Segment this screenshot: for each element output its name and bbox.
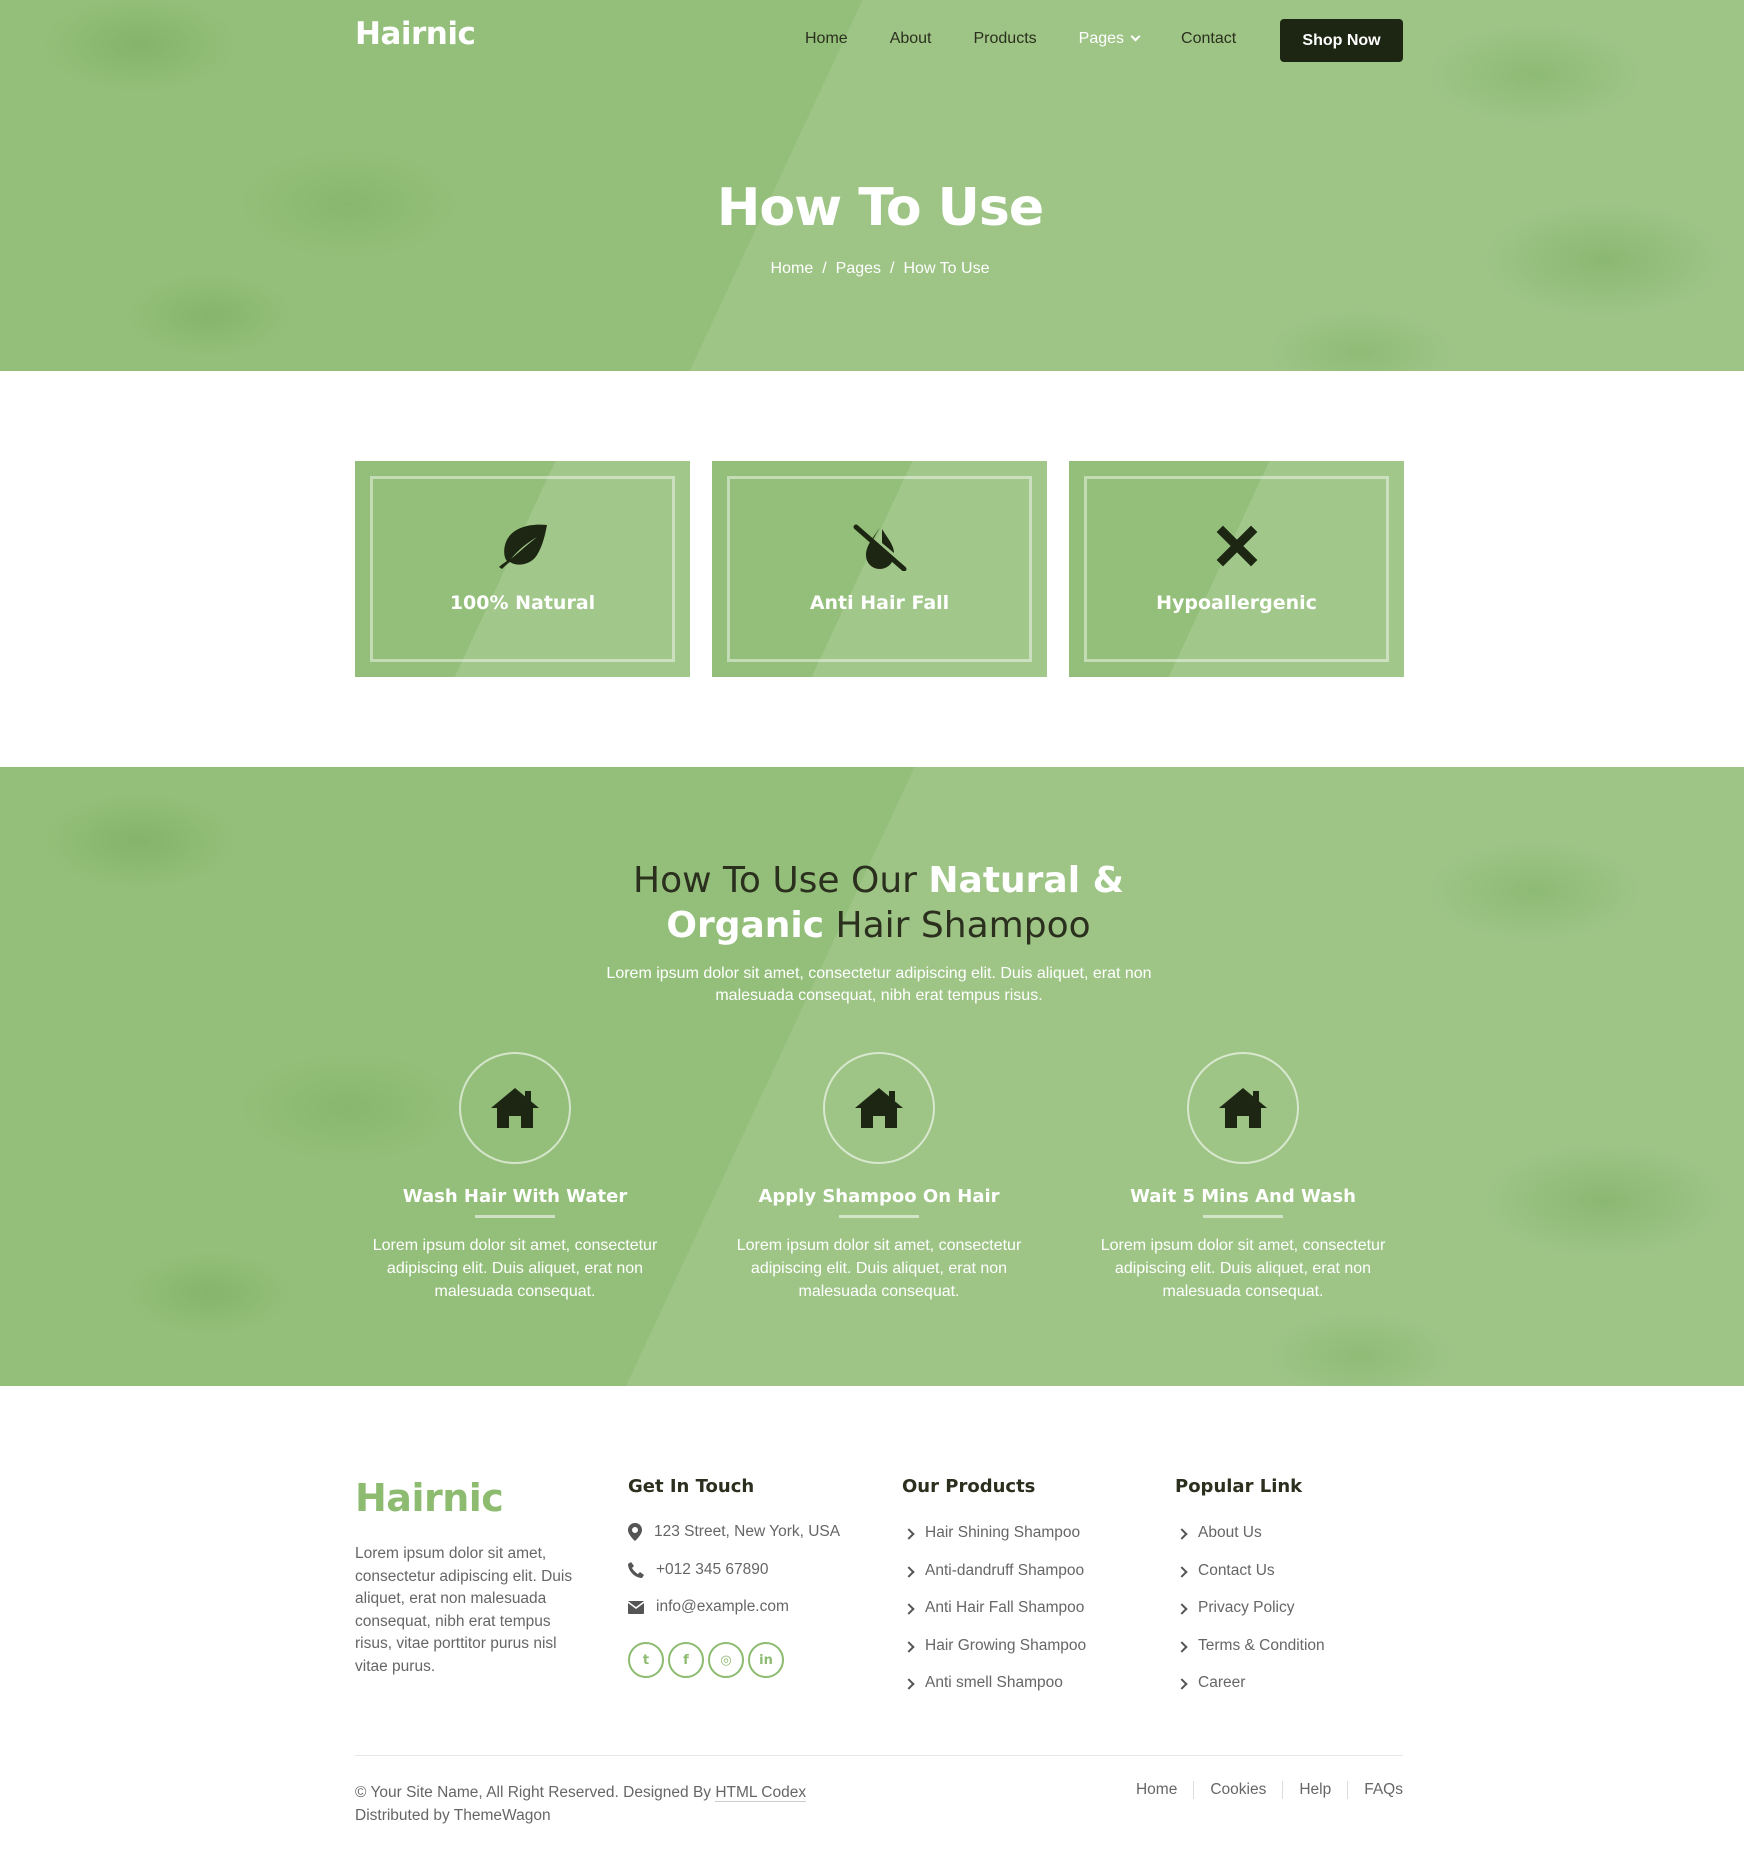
section-title: How To Use Our Natural & Organic Hair Sh… <box>0 858 1744 948</box>
phone-icon <box>628 1562 644 1578</box>
footer-divider <box>355 1755 1403 1756</box>
contact-title: Get In Touch <box>628 1476 755 1497</box>
contact-phone: +012 345 67890 <box>628 1561 769 1579</box>
products-title: Our Products <box>902 1476 1036 1497</box>
step-text: Lorem ipsum dolor sit amet, consectetur … <box>736 1237 1022 1300</box>
social-links: t f ◎ in <box>628 1642 784 1678</box>
footer-link-help[interactable]: Help <box>1282 1781 1347 1799</box>
instagram-icon[interactable]: ◎ <box>708 1642 744 1678</box>
envelope-icon <box>628 1600 644 1614</box>
home-icon <box>491 1088 539 1128</box>
nav-about[interactable]: About <box>890 30 932 48</box>
site-logo[interactable]: Hairnic <box>355 16 476 52</box>
popular-link[interactable]: Privacy Policy <box>1178 1599 1325 1637</box>
breadcrumb-pages[interactable]: Pages <box>836 260 881 277</box>
popular-link[interactable]: Terms & Condition <box>1178 1637 1325 1675</box>
products-list: Hair Shining Shampoo Anti-dandruff Shamp… <box>905 1524 1086 1712</box>
linkedin-icon[interactable]: in <box>748 1642 784 1678</box>
product-link[interactable]: Anti Hair Fall Shampoo <box>905 1599 1086 1637</box>
page-title: How To Use <box>716 178 1044 238</box>
feature-label: Anti Hair Fall <box>809 592 950 614</box>
how-to-use-section: How To Use Our Natural & Organic Hair Sh… <box>0 767 1744 1386</box>
shop-now-button[interactable]: Shop Now <box>1280 19 1403 62</box>
map-marker-icon <box>628 1523 642 1541</box>
home-icon <box>1219 1088 1267 1128</box>
footer-link-cookies[interactable]: Cookies <box>1193 1781 1282 1799</box>
distributed-text: Distributed by ThemeWagon <box>355 1807 551 1824</box>
popular-link[interactable]: Career <box>1178 1674 1325 1712</box>
nav-pages[interactable]: Pages <box>1078 30 1141 48</box>
email-text: info@example.com <box>656 1598 789 1615</box>
address-text: 123 Street, New York, USA <box>654 1523 841 1540</box>
nav-products[interactable]: Products <box>974 30 1037 48</box>
times-icon <box>1069 523 1404 573</box>
contact-address: 123 Street, New York, USA <box>628 1523 840 1541</box>
title-part: How To Use Our <box>633 860 929 901</box>
footer-link-home[interactable]: Home <box>1120 1781 1193 1799</box>
home-icon <box>855 1088 903 1128</box>
step-icon-circle <box>823 1052 935 1164</box>
footer-bottom-links: Home Cookies Help FAQs <box>1120 1781 1403 1799</box>
chevron-down-icon <box>1130 31 1141 42</box>
drop-slash-icon <box>712 523 1047 575</box>
step-text: Lorem ipsum dolor sit amet, consectetur … <box>372 1237 658 1300</box>
feature-label: Hypoallergenic <box>1156 592 1317 614</box>
nav-pages-label: Pages <box>1078 30 1125 47</box>
leaf-icon <box>355 523 690 573</box>
step-icon-circle <box>459 1052 571 1164</box>
breadcrumb-separator: / <box>822 260 827 277</box>
title-bold: Organic <box>666 905 825 946</box>
step-divider <box>839 1215 919 1218</box>
designer-link[interactable]: HTML Codex <box>715 1784 807 1802</box>
nav-home[interactable]: Home <box>805 30 848 48</box>
contact-email: info@example.com <box>628 1598 789 1616</box>
phone-text: +012 345 67890 <box>656 1561 769 1578</box>
footer-link-faqs[interactable]: FAQs <box>1347 1781 1403 1799</box>
copyright: © Your Site Name, All Right Reserved. De… <box>355 1781 807 1827</box>
feature-card-hypoallergenic: Hypoallergenic <box>1069 461 1404 677</box>
step-divider <box>475 1215 555 1218</box>
step-card: Apply Shampoo On Hair Lorem ipsum dolor … <box>729 1052 1029 1303</box>
step-title: Apply Shampoo On Hair <box>758 1186 1000 1207</box>
step-card: Wait 5 Mins And Wash Lorem ipsum dolor s… <box>1093 1052 1393 1303</box>
popular-link[interactable]: Contact Us <box>1178 1562 1325 1600</box>
footer-about: Lorem ipsum dolor sit amet, consectetur … <box>355 1545 573 1675</box>
popular-link[interactable]: About Us <box>1178 1524 1325 1562</box>
nav-contact[interactable]: Contact <box>1181 30 1236 48</box>
copyright-text: © Your Site Name, All Right Reserved. De… <box>355 1784 712 1801</box>
step-text: Lorem ipsum dolor sit amet, consectetur … <box>1100 1237 1386 1300</box>
feature-card-anti-hair-fall: Anti Hair Fall <box>712 461 1047 677</box>
popular-links-title: Popular Link <box>1175 1476 1303 1497</box>
main-nav: Home About Products Pages Contact <box>805 30 1278 48</box>
footer-logo[interactable]: Hairnic <box>355 1476 504 1520</box>
product-link[interactable]: Hair Shining Shampoo <box>905 1524 1086 1562</box>
breadcrumb: Home / Pages / How To Use <box>0 260 1744 278</box>
feature-card-natural: 100% Natural <box>355 461 690 677</box>
step-title: Wash Hair With Water <box>402 1186 628 1207</box>
title-part: Hair Shampoo <box>824 905 1091 946</box>
step-icon-circle <box>1187 1052 1299 1164</box>
step-title: Wait 5 Mins And Wash <box>1130 1186 1356 1207</box>
popular-links-list: About Us Contact Us Privacy Policy Terms… <box>1178 1524 1325 1712</box>
product-link[interactable]: Anti-dandruff Shampoo <box>905 1562 1086 1600</box>
title-bold: Natural & <box>928 860 1124 901</box>
product-link[interactable]: Hair Growing Shampoo <box>905 1637 1086 1675</box>
hero-section: Hairnic Home About Products Pages Contac… <box>0 0 1744 371</box>
twitter-icon[interactable]: t <box>628 1642 664 1678</box>
section-subtitle: Lorem ipsum dolor sit amet, consectetur … <box>606 965 1152 1004</box>
breadcrumb-home[interactable]: Home <box>771 260 814 277</box>
step-divider <box>1203 1215 1283 1218</box>
product-link[interactable]: Anti smell Shampoo <box>905 1674 1086 1712</box>
feature-label: 100% Natural <box>449 592 596 614</box>
breadcrumb-current: How To Use <box>903 260 990 277</box>
step-card: Wash Hair With Water Lorem ipsum dolor s… <box>365 1052 665 1303</box>
facebook-icon[interactable]: f <box>668 1642 704 1678</box>
breadcrumb-separator: / <box>890 260 895 277</box>
